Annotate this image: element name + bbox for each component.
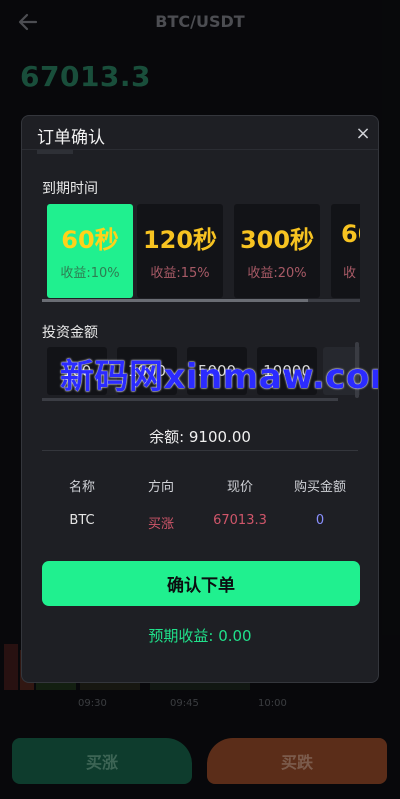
period-time: 60 xyxy=(341,220,360,248)
expected-profit: 预期收益: 0.00 xyxy=(148,627,252,645)
modal-title: 订单确认 xyxy=(37,128,105,148)
col-header-name: 名称 xyxy=(68,480,95,495)
table-row: BTC 买涨 67013.3 0 xyxy=(42,513,360,550)
col-header-price: 现价 xyxy=(226,480,253,495)
watermark-text: 新码网xinmaw.com xyxy=(60,357,379,397)
tab-indicator xyxy=(37,150,73,154)
period-yield: 收益:10% xyxy=(60,266,120,281)
table-header-row: 名称 方向 现价 购买金额 xyxy=(42,476,360,513)
cell-price: 67013.3 xyxy=(213,513,267,528)
amount-label: 投资金额 xyxy=(42,325,98,341)
close-icon[interactable]: × xyxy=(354,125,372,143)
order-summary-table: 名称 方向 现价 购买金额 BTC 买涨 67013.3 0 xyxy=(42,476,360,550)
cell-direction: 买涨 xyxy=(147,517,174,532)
period-time: 60秒 xyxy=(61,226,119,254)
period-option-120[interactable]: 120秒 收益:15% xyxy=(137,204,223,298)
cell-name: BTC xyxy=(69,513,95,528)
period-option-300[interactable]: 300秒 收益:20% xyxy=(234,204,320,298)
period-time: 300秒 xyxy=(239,226,315,254)
divider xyxy=(22,149,378,150)
order-confirm-modal: 订单确认 × 到期时间 60秒 收益:10% 120秒 收益:15% 300秒 … xyxy=(21,115,379,683)
period-option-60[interactable]: 60秒 收益:10% xyxy=(47,204,133,298)
col-header-direction: 方向 xyxy=(147,480,174,495)
period-option-next[interactable]: 60 收 xyxy=(331,204,360,298)
period-yield: 收益:20% xyxy=(247,266,307,281)
expiry-label: 到期时间 xyxy=(42,181,98,197)
divider xyxy=(42,450,358,451)
period-time: 120秒 xyxy=(142,226,218,254)
period-yield: 收 xyxy=(343,266,357,281)
amount-scrollbar[interactable] xyxy=(42,398,338,401)
col-header-amount: 购买金额 xyxy=(293,480,346,495)
period-selector: 60秒 收益:10% 120秒 收益:15% 300秒 收益:20% 60 收 xyxy=(42,204,360,298)
confirm-order-button[interactable]: 确认下单 xyxy=(42,561,360,606)
period-yield: 收益:15% xyxy=(150,266,210,281)
cell-amount: 0 xyxy=(315,513,325,528)
balance-text: 余额: 9100.00 xyxy=(149,428,251,446)
period-scrollbar-thumb[interactable] xyxy=(42,299,308,302)
